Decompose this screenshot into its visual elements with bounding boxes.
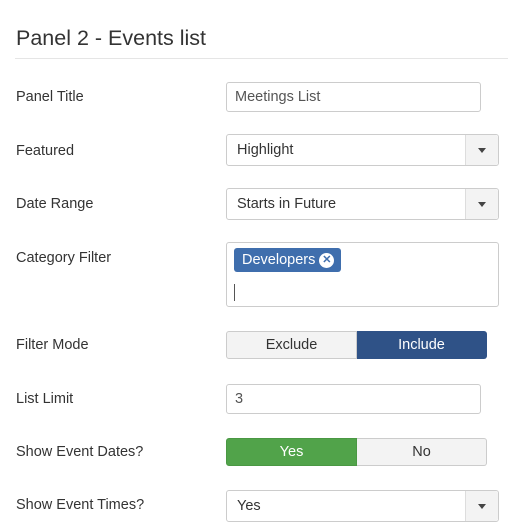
date-range-select[interactable]: Starts in Future <box>226 188 499 220</box>
show-event-times-select[interactable]: Yes <box>226 490 499 522</box>
list-limit-label: List Limit <box>16 391 74 407</box>
chevron-down-icon <box>478 147 486 153</box>
chevron-down-icon <box>478 201 486 207</box>
filter-mode-toggle: Exclude Include <box>226 331 487 359</box>
featured-value: Highlight <box>237 142 294 158</box>
panel-title-input[interactable] <box>226 82 481 112</box>
category-filter-multiselect[interactable]: Developers ✕ <box>226 242 499 307</box>
category-filter-label: Category Filter <box>16 250 112 266</box>
list-limit-input[interactable] <box>226 384 481 414</box>
chevron-down-icon <box>478 503 486 509</box>
panel-title: Panel 2 - Events list <box>16 26 207 50</box>
divider <box>15 58 508 59</box>
date-range-value: Starts in Future <box>237 196 337 212</box>
date-range-dropdown-button[interactable] <box>465 189 498 219</box>
show-event-times-value: Yes <box>237 498 261 514</box>
date-range-label: Date Range <box>16 196 94 212</box>
category-tag: Developers ✕ <box>234 248 342 272</box>
featured-select[interactable]: Highlight <box>226 134 499 166</box>
featured-dropdown-button[interactable] <box>465 135 498 165</box>
featured-label: Featured <box>16 143 75 159</box>
include-button[interactable]: Include <box>357 331 487 359</box>
panel-title-label: Panel Title <box>16 89 84 105</box>
show-event-dates-label: Show Event Dates? <box>16 444 144 460</box>
exclude-button[interactable]: Exclude <box>226 331 357 359</box>
show-event-times-label: Show Event Times? <box>16 497 145 513</box>
filter-mode-label: Filter Mode <box>16 337 89 353</box>
category-tag-label: Developers <box>242 252 316 268</box>
no-button[interactable]: No <box>357 438 487 466</box>
remove-tag-icon[interactable]: ✕ <box>319 252 335 268</box>
text-cursor <box>234 284 235 301</box>
show-event-times-dropdown-button[interactable] <box>465 491 498 521</box>
yes-button[interactable]: Yes <box>226 438 357 466</box>
show-event-dates-toggle: Yes No <box>226 438 487 466</box>
